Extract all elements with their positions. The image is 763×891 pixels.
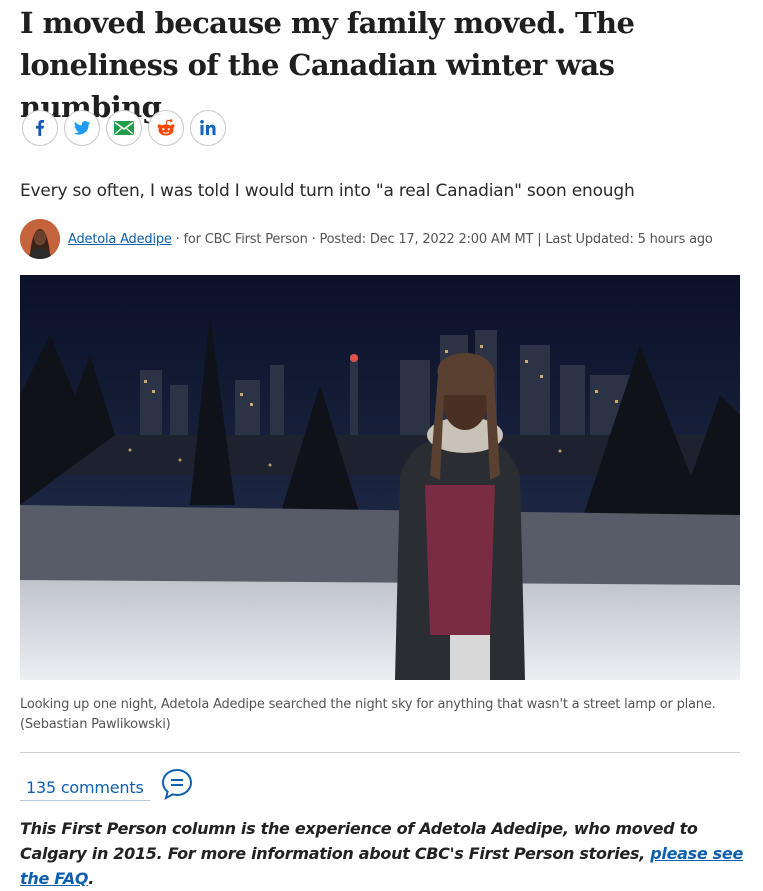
share-bar [22, 110, 226, 146]
lead-photo[interactable] [20, 275, 740, 680]
email-share-button[interactable] [106, 110, 142, 146]
twitter-icon [73, 121, 91, 135]
byline-text: Adetola Adedipe · for CBC First Person ·… [68, 232, 713, 247]
byline: Adetola Adedipe · for CBC First Person ·… [20, 219, 713, 259]
facebook-share-button[interactable] [22, 110, 58, 146]
last-updated: Last Updated: 5 hours ago [545, 231, 713, 247]
reddit-share-button[interactable] [148, 110, 184, 146]
note-end: . [88, 869, 94, 888]
article-page: I moved because my family moved. The lon… [0, 0, 763, 888]
author-portrait-graphic [20, 219, 60, 259]
linkedin-share-button[interactable] [190, 110, 226, 146]
comment-bubble-icon[interactable] [160, 767, 194, 805]
byline-separator: | [533, 231, 546, 247]
photo-caption: Looking up one night, Adetola Adedipe se… [20, 697, 716, 732]
reddit-icon [157, 119, 175, 136]
comments-link[interactable]: 135 comments [20, 772, 150, 801]
facebook-icon [36, 120, 44, 136]
email-icon [114, 121, 134, 135]
comments-section: 135 comments [20, 767, 194, 805]
linkedin-icon [200, 120, 216, 135]
article-subheadline: Every so often, I was told I would turn … [20, 181, 635, 201]
night-city-photo-graphic [20, 275, 740, 680]
divider [20, 752, 740, 753]
author-link[interactable]: Adetola Adedipe [68, 232, 172, 247]
author-avatar[interactable] [20, 219, 60, 259]
posted-date: Posted: Dec 17, 2022 2:00 AM MT [319, 231, 534, 247]
byline-source: · for CBC First Person · [171, 231, 320, 247]
note-text: This First Person column is the experien… [20, 819, 698, 863]
twitter-share-button[interactable] [64, 110, 100, 146]
